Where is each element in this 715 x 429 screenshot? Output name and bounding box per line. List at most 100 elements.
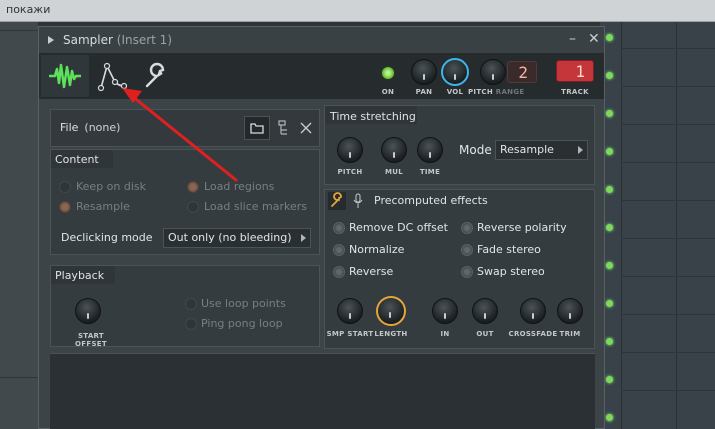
declicking-mode-select[interactable]: Out only (no bleeding): [163, 228, 311, 248]
background-playlist: [600, 22, 715, 429]
resample-label: Resample: [76, 200, 130, 213]
smp-start-knob[interactable]: [337, 298, 363, 324]
time-stretching-title: Time stretching: [330, 110, 416, 123]
playlist-marker: [606, 414, 613, 421]
content-panel: Content Keep on disk Resample Load regio…: [50, 149, 320, 255]
reverse-radio[interactable]: [333, 266, 345, 278]
window-titlebar[interactable]: Sampler (Insert 1) – ✕: [39, 27, 604, 53]
normalize-label: Normalize: [349, 243, 405, 256]
use-loop-points-radio[interactable]: [185, 298, 197, 310]
file-label: File (none): [60, 121, 121, 134]
normalize-radio[interactable]: [333, 244, 345, 256]
playlist-marker: [606, 376, 613, 383]
remove-dc-offset-label: Remove DC offset: [349, 221, 448, 234]
clear-file-button[interactable]: [298, 119, 314, 137]
precomputed-effects-panel: Precomputed effects Remove DC offset Nor…: [324, 189, 595, 349]
playlist-marker: [606, 300, 613, 307]
pitch-knob[interactable]: [480, 59, 506, 85]
playlist-marker: [606, 72, 613, 79]
swap-stereo-radio[interactable]: [461, 266, 473, 278]
ts-time-knob[interactable]: [417, 137, 443, 163]
load-slice-markers-label: Load slice markers: [204, 200, 308, 213]
sampler-window: Sampler (Insert 1) – ✕ ON PAN VOL PITCH …: [38, 26, 605, 429]
waveform-display[interactable]: [50, 353, 595, 429]
toolbar: ON PAN VOL PITCH RANGE 2 1 TRACK: [39, 53, 604, 99]
background-header: покажи: [0, 0, 715, 22]
ping-pong-loop-label: Ping pong loop: [201, 317, 283, 330]
keep-on-disk-label: Keep on disk: [76, 180, 147, 193]
playlist-marker: [606, 186, 613, 193]
envelope-tab[interactable]: [91, 55, 135, 97]
in-knob[interactable]: [432, 298, 458, 324]
start-offset-label: START OFFSET: [75, 332, 107, 348]
file-value: (none): [84, 121, 121, 134]
ts-mul-knob[interactable]: [381, 137, 407, 163]
precomputed-wrench-button[interactable]: [328, 192, 346, 210]
playlist-marker: [606, 224, 613, 231]
crossfade-knob[interactable]: [520, 298, 546, 324]
reverse-label: Reverse: [349, 265, 394, 278]
load-regions-label: Load regions: [204, 180, 275, 193]
fade-stereo-radio[interactable]: [461, 244, 473, 256]
playlist-marker: [606, 338, 613, 345]
close-button[interactable]: ✕: [588, 31, 600, 47]
file-section: File (none): [50, 109, 320, 147]
playlist-marker: [606, 110, 613, 117]
background-left-panel: [0, 22, 38, 429]
playlist-marker: [606, 262, 613, 269]
length-knob[interactable]: [376, 296, 406, 326]
settings-tab[interactable]: [135, 55, 175, 97]
range-value[interactable]: 2: [507, 61, 537, 83]
wrench-icon: [331, 192, 342, 207]
playlist-marker: [606, 148, 613, 155]
declicking-mode-label: Declicking mode: [61, 231, 153, 244]
envelope-icon: [97, 62, 128, 92]
out-knob[interactable]: [472, 298, 498, 324]
vol-knob[interactable]: [441, 58, 469, 86]
playback-panel: Playback START OFFSET Use loop points Pi…: [50, 265, 320, 348]
window-menu-arrow-icon[interactable]: [48, 36, 54, 44]
use-loop-points-label: Use loop points: [201, 297, 286, 310]
microphone-icon: [353, 193, 363, 209]
trim-label: TRIM: [559, 330, 581, 338]
mode-select[interactable]: Resample: [495, 140, 588, 160]
remove-dc-offset-radio[interactable]: [333, 222, 345, 234]
keep-on-disk-radio[interactable]: [59, 181, 71, 193]
fade-stereo-label: Fade stereo: [477, 243, 541, 256]
reverse-polarity-label: Reverse polarity: [477, 221, 567, 234]
clear-icon: [300, 122, 312, 134]
ts-time-label: TIME: [419, 168, 441, 176]
tree-icon-button[interactable]: [275, 118, 293, 138]
window-title: Sampler (Insert 1): [63, 33, 172, 47]
tree-icon: [278, 120, 287, 135]
waveform-tab[interactable]: [41, 55, 89, 97]
time-stretching-panel: Time stretching PITCH MUL TIME Mode Resa…: [324, 105, 595, 185]
mode-label: Mode: [459, 143, 492, 157]
trim-knob[interactable]: [557, 298, 583, 324]
track-value[interactable]: 1: [556, 60, 594, 82]
precomputed-effects-title: Precomputed effects: [374, 194, 488, 207]
resample-radio[interactable]: [59, 201, 71, 213]
track-label: TRACK: [561, 88, 589, 96]
minimize-button[interactable]: –: [569, 31, 576, 47]
swap-stereo-label: Swap stereo: [477, 265, 545, 278]
start-offset-knob[interactable]: [75, 298, 101, 324]
ts-pitch-knob[interactable]: [337, 137, 363, 163]
folder-icon: [250, 123, 264, 134]
open-file-button[interactable]: [244, 116, 270, 140]
length-label: LENGTH: [374, 330, 408, 338]
load-regions-radio[interactable]: [187, 181, 199, 193]
reverse-polarity-radio[interactable]: [461, 222, 473, 234]
wrench-icon: [145, 62, 165, 88]
waveform-icon: [49, 63, 81, 89]
on-toggle[interactable]: [381, 66, 395, 80]
playback-title: Playback: [55, 269, 105, 282]
content-title: Content: [55, 153, 99, 166]
background-hint-text: покажи: [6, 3, 51, 16]
out-label: OUT: [476, 330, 494, 338]
ping-pong-loop-radio[interactable]: [185, 318, 197, 330]
pitch-range-label: PITCH RANGE: [468, 88, 525, 96]
pan-knob[interactable]: [411, 59, 437, 85]
ts-pitch-label: PITCH: [337, 168, 363, 176]
load-slice-markers-radio[interactable]: [187, 201, 199, 213]
